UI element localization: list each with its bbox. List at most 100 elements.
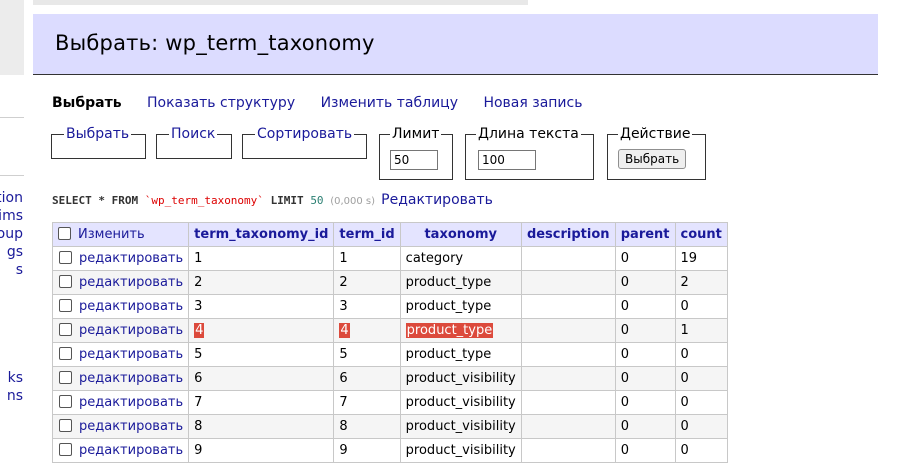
cell-value: 19 [680, 251, 698, 266]
table-cell-description [520, 390, 616, 415]
table-cell-parent: 0 [614, 390, 676, 415]
limit-input[interactable] [390, 150, 438, 170]
cell-value: 5 [339, 347, 348, 362]
table-row: редактировать 3 3 product_type 0 0 [51, 294, 728, 319]
table-cell-term_taxonomy_id: 5 [188, 342, 335, 367]
sidebar-link[interactable]: oup [0, 226, 23, 243]
cell-value: product_visibility [405, 419, 516, 434]
table-cell-description [520, 366, 616, 391]
row-edit-link[interactable]: редактировать [79, 419, 183, 434]
cell-value: product_type [405, 347, 492, 362]
row-select-cell: редактировать [51, 414, 190, 439]
row-checkbox[interactable] [59, 275, 72, 288]
cell-value: 3 [194, 299, 203, 314]
table-row: редактировать 4 4 product_type 0 1 [51, 318, 728, 343]
sort-link[interactable]: Сортировать [255, 126, 355, 142]
cell-value: 4 [194, 323, 205, 338]
row-edit-link[interactable]: редактировать [79, 323, 183, 338]
row-edit-link[interactable]: редактировать [79, 275, 183, 290]
row-checkbox[interactable] [59, 347, 72, 360]
cell-value: 2 [194, 275, 203, 290]
menu-new-item[interactable]: Новая запись [483, 95, 582, 111]
cell-value: 9 [194, 443, 203, 458]
column-header[interactable]: count [674, 222, 728, 247]
select-columns-link[interactable]: Выбрать [64, 126, 132, 142]
fieldset-search: Поиск [156, 126, 232, 159]
sidebar-link[interactable]: gs [7, 244, 23, 261]
table-cell-count: 0 [674, 294, 728, 319]
sidebar-link[interactable]: ks [8, 370, 23, 387]
column-header[interactable]: description [520, 222, 616, 247]
sidebar-divider [0, 117, 24, 118]
row-edit-link[interactable]: редактировать [79, 395, 183, 410]
cell-value: 7 [194, 395, 203, 410]
menu-show-structure[interactable]: Показать структуру [147, 95, 295, 111]
sidebar-link[interactable]: ns [7, 388, 23, 405]
cell-value: 0 [620, 347, 630, 362]
table-cell-term_taxonomy_id: 1 [188, 246, 335, 271]
cell-value: 0 [620, 275, 630, 290]
table-cell-taxonomy: product_type [399, 342, 522, 367]
table-cell-count: 0 [674, 390, 728, 415]
search-link[interactable]: Поиск [169, 126, 218, 142]
table-cell-parent: 0 [614, 318, 676, 343]
table-cell-parent: 0 [614, 270, 676, 295]
column-header[interactable]: term_taxonomy_id [188, 222, 335, 247]
table-cell-description [520, 270, 616, 295]
table-row: редактировать 2 2 product_type 0 2 [51, 270, 728, 295]
row-checkbox[interactable] [59, 395, 72, 408]
row-checkbox[interactable] [59, 251, 72, 264]
select-all-checkbox[interactable] [58, 227, 71, 240]
row-checkbox[interactable] [59, 299, 72, 312]
select-submit-button[interactable]: Выбрать [618, 149, 687, 169]
sidebar-link[interactable]: tion [0, 190, 23, 207]
table-cell-term_id: 1 [333, 246, 401, 271]
table-cell-count: 1 [674, 318, 728, 343]
table-row: редактировать 9 9 product_visibility 0 0 [51, 438, 728, 463]
table-cell-taxonomy: category [399, 246, 522, 271]
column-header[interactable]: taxonomy [399, 222, 522, 247]
cell-value: category [405, 251, 464, 266]
cell-value: product_visibility [405, 443, 516, 458]
cell-value: 2 [680, 275, 689, 290]
fieldset-text-length: Длина текста [465, 126, 594, 180]
table-cell-term_id: 9 [333, 438, 401, 463]
row-checkbox[interactable] [59, 323, 72, 336]
row-edit-link[interactable]: редактировать [79, 299, 183, 314]
edit-query-link[interactable]: Редактировать [381, 192, 493, 208]
select-all-header[interactable]: Изменить [51, 222, 190, 247]
row-edit-link[interactable]: редактировать [79, 443, 183, 458]
row-select-cell: редактировать [51, 390, 190, 415]
text-length-legend: Длина текста [476, 126, 581, 142]
cell-value: 4 [339, 323, 350, 338]
table-cell-description [520, 438, 616, 463]
table-cell-term_id: 7 [333, 390, 401, 415]
cell-value: 0 [680, 371, 689, 386]
table-cell-parent: 0 [614, 366, 676, 391]
sidebar-link[interactable]: s [16, 262, 23, 279]
column-header[interactable]: parent [614, 222, 676, 247]
table-row: редактировать 1 1 category 0 19 [51, 246, 728, 271]
cell-value: 1 [680, 323, 689, 338]
table-row: редактировать 7 7 product_visibility 0 0 [51, 390, 728, 415]
row-edit-link[interactable]: редактировать [79, 251, 183, 266]
table-cell-description [520, 414, 616, 439]
cell-value: 0 [680, 395, 689, 410]
cell-value: 9 [339, 443, 348, 458]
row-checkbox[interactable] [59, 443, 72, 456]
column-header[interactable]: term_id [333, 222, 401, 247]
menu-alter-table[interactable]: Изменить таблицу [321, 95, 458, 111]
sidebar-link[interactable]: aims [0, 208, 23, 225]
cell-value: 8 [339, 419, 348, 434]
limit-legend: Лимит [390, 126, 442, 142]
menu-select-current: Выбрать [52, 95, 122, 111]
cell-value: 0 [620, 371, 630, 386]
row-checkbox[interactable] [59, 371, 72, 384]
row-edit-link[interactable]: редактировать [79, 347, 183, 362]
cell-value: 5 [194, 347, 203, 362]
text-length-input[interactable] [478, 150, 536, 170]
row-edit-link[interactable]: редактировать [79, 371, 183, 386]
table-cell-taxonomy: product_type [399, 294, 522, 319]
row-checkbox[interactable] [59, 419, 72, 432]
table-cell-term_taxonomy_id: 6 [188, 366, 335, 391]
